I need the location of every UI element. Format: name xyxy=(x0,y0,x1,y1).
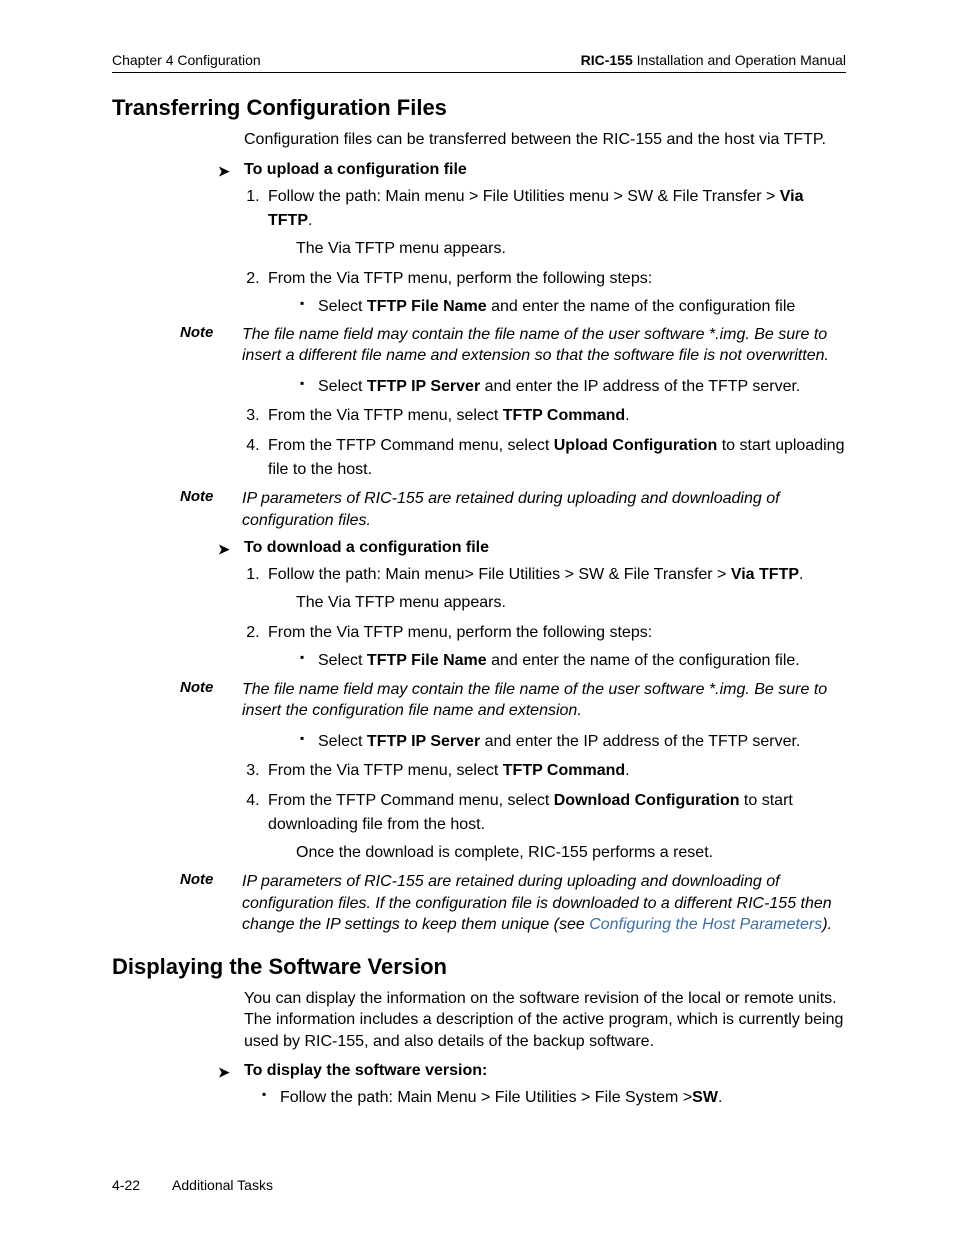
step-item: From the TFTP Command menu, select Uploa… xyxy=(264,434,846,482)
substep-text: and enter the name of the configuration … xyxy=(487,298,796,315)
note-text: The file name field may contain the file… xyxy=(242,679,846,722)
note-block: Note IP parameters of RIC-155 are retain… xyxy=(180,488,846,531)
step-text: From the Via TFTP menu, select xyxy=(268,762,503,779)
punct: . xyxy=(308,212,312,229)
step-item: From the Via TFTP menu, perform the foll… xyxy=(264,621,846,672)
note-text: IP parameters of RIC-155 are retained du… xyxy=(242,488,846,531)
substep-list: Select TFTP IP Server and enter the IP a… xyxy=(296,730,846,753)
step-text: From the Via TFTP menu, select xyxy=(268,407,503,424)
step-list: Follow the path: Main menu> File Utiliti… xyxy=(244,563,846,672)
step-result: The Via TFTP menu appears. xyxy=(296,237,846,261)
menu-name: Via TFTP xyxy=(731,566,799,583)
substep-text: and enter the name of the configuration … xyxy=(487,652,800,669)
page-footer: 4-22 Additional Tasks xyxy=(112,1177,846,1193)
procedure-download-cont: Select TFTP IP Server and enter the IP a… xyxy=(218,730,846,865)
page-number: 4-22 xyxy=(112,1177,140,1193)
field-name: TFTP IP Server xyxy=(367,733,480,750)
step-item: From the Via TFTP menu, select TFTP Comm… xyxy=(264,759,846,783)
step-list: Follow the path: Main Menu > File Utilit… xyxy=(258,1086,846,1109)
substep-text: Select xyxy=(318,733,367,750)
step-result: Once the download is complete, RIC-155 p… xyxy=(296,841,846,865)
command-name: TFTP Command xyxy=(503,762,625,779)
substep-item: Select TFTP IP Server and enter the IP a… xyxy=(296,375,846,398)
step-text: From the TFTP Command menu, select xyxy=(268,792,554,809)
step-text: Follow the path: Main menu> File Utiliti… xyxy=(268,566,731,583)
step-item: From the Via TFTP menu, select TFTP Comm… xyxy=(264,404,846,428)
running-header: Chapter 4 Configuration RIC-155 Installa… xyxy=(112,52,846,73)
step-item: From the Via TFTP menu, perform the foll… xyxy=(264,267,846,318)
intro-paragraph: Configuration files can be transferred b… xyxy=(244,129,846,151)
step-text: From the TFTP Command menu, select xyxy=(268,437,554,454)
step-result: The Via TFTP menu appears. xyxy=(296,591,846,615)
note-text: The file name field may contain the file… xyxy=(242,324,846,367)
command-name: Upload Configuration xyxy=(554,437,718,454)
section-heading-transferring: Transferring Configuration Files xyxy=(112,95,846,121)
substep-text: Select xyxy=(318,652,367,669)
note-span: ). xyxy=(822,916,832,933)
step-item: Follow the path: Main menu > File Utilit… xyxy=(264,185,846,261)
punct: . xyxy=(799,566,803,583)
procedure-title: To upload a configuration file xyxy=(218,161,846,179)
procedure-title: To download a configuration file xyxy=(218,539,846,557)
note-label: Note xyxy=(180,679,226,722)
note-block: Note The file name field may contain the… xyxy=(180,324,846,367)
note-label: Note xyxy=(180,324,226,367)
section-heading-displaying: Displaying the Software Version xyxy=(112,954,846,980)
field-name: TFTP File Name xyxy=(367,652,487,669)
product-name: RIC-155 xyxy=(581,52,633,68)
note-text: IP parameters of RIC-155 are retained du… xyxy=(242,871,846,936)
substep-list: Select TFTP File Name and enter the name… xyxy=(296,649,846,672)
command-name: TFTP Command xyxy=(503,407,625,424)
intro-paragraph: You can display the information on the s… xyxy=(244,988,846,1053)
step-text: Follow the path: Main menu > File Utilit… xyxy=(268,188,780,205)
doc-title: Installation and Operation Manual xyxy=(633,52,846,68)
substep-text: Select xyxy=(318,378,367,395)
substep-item: Select TFTP IP Server and enter the IP a… xyxy=(296,730,846,753)
step-text: From the Via TFTP menu, perform the foll… xyxy=(268,270,652,287)
substep-text: Select xyxy=(318,298,367,315)
step-list: Follow the path: Main menu > File Utilit… xyxy=(244,185,846,318)
step-text: From the Via TFTP menu, perform the foll… xyxy=(268,624,652,641)
header-left: Chapter 4 Configuration xyxy=(112,52,261,68)
cross-reference-link[interactable]: Configuring the Host Parameters xyxy=(589,916,822,933)
step-list: From the Via TFTP menu, select TFTP Comm… xyxy=(244,404,846,482)
procedure-download: To download a configuration file Follow … xyxy=(218,539,846,672)
substep-text: and enter the IP address of the TFTP ser… xyxy=(480,733,800,750)
step-list: From the Via TFTP menu, select TFTP Comm… xyxy=(244,759,846,865)
field-name: TFTP File Name xyxy=(367,298,487,315)
substep-text: and enter the IP address of the TFTP ser… xyxy=(480,378,800,395)
punct: . xyxy=(625,407,629,424)
step-text: Follow the path: Main Menu > File Utilit… xyxy=(280,1089,692,1106)
substep-container: Select TFTP IP Server and enter the IP a… xyxy=(264,730,846,753)
procedure-title: To display the software version: xyxy=(218,1062,846,1080)
substep-list: Select TFTP IP Server and enter the IP a… xyxy=(296,375,846,398)
step-item: Follow the path: Main Menu > File Utilit… xyxy=(258,1086,846,1109)
header-right: RIC-155 Installation and Operation Manua… xyxy=(581,52,846,68)
procedure-upload: To upload a configuration file Follow th… xyxy=(218,161,846,318)
footer-section: Additional Tasks xyxy=(172,1177,273,1193)
note-label: Note xyxy=(180,488,226,531)
field-name: TFTP IP Server xyxy=(367,378,480,395)
substep-container: Select TFTP IP Server and enter the IP a… xyxy=(264,375,846,398)
procedure-upload-cont: Select TFTP IP Server and enter the IP a… xyxy=(218,375,846,482)
substep-item: Select TFTP File Name and enter the name… xyxy=(296,295,846,318)
note-label: Note xyxy=(180,871,226,936)
punct: . xyxy=(625,762,629,779)
substep-item: Select TFTP File Name and enter the name… xyxy=(296,649,846,672)
note-block: Note The file name field may contain the… xyxy=(180,679,846,722)
menu-name: SW xyxy=(692,1089,718,1106)
step-item: From the TFTP Command menu, select Downl… xyxy=(264,789,846,865)
document-page: Chapter 4 Configuration RIC-155 Installa… xyxy=(0,0,954,1235)
punct: . xyxy=(718,1089,722,1106)
command-name: Download Configuration xyxy=(554,792,740,809)
note-block: Note IP parameters of RIC-155 are retain… xyxy=(180,871,846,936)
procedure-display-version: To display the software version: Follow … xyxy=(218,1062,846,1109)
substep-list: Select TFTP File Name and enter the name… xyxy=(296,295,846,318)
step-item: Follow the path: Main menu> File Utiliti… xyxy=(264,563,846,615)
